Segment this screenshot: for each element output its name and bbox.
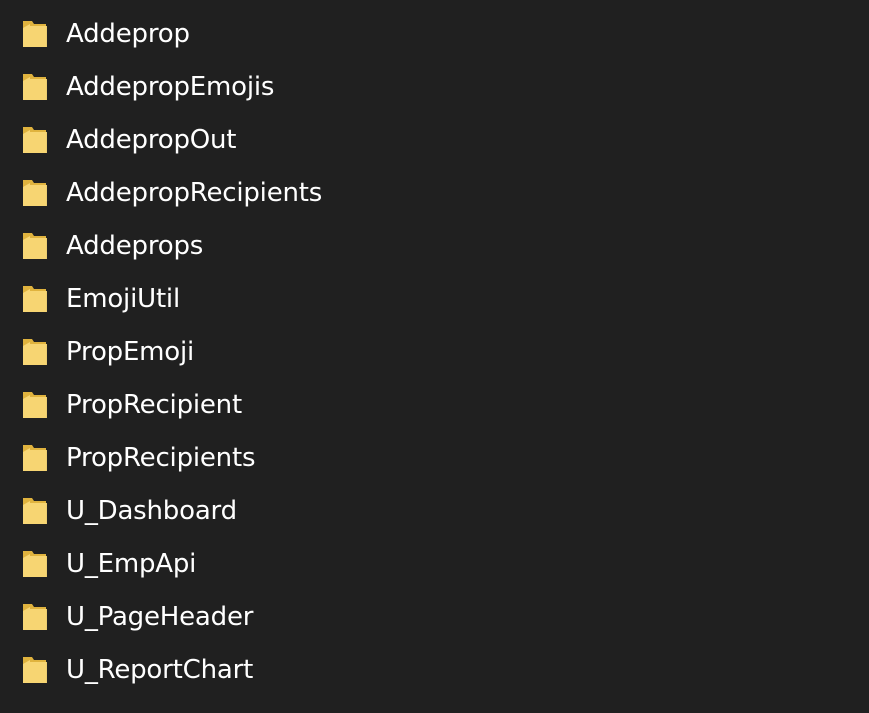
folder-item[interactable]: EmojiUtil [0,272,869,325]
folder-icon [20,549,49,579]
folder-name: PropRecipients [66,442,256,473]
folder-item[interactable]: Addeprops [0,219,869,272]
folder-icon [20,655,49,685]
folder-name: U_Dashboard [66,495,237,526]
folder-icon [20,390,49,420]
folder-item[interactable]: U_Dashboard [0,484,869,537]
folder-item[interactable]: Addeprop [0,7,869,60]
folder-icon [20,443,49,473]
folder-icon [20,231,49,261]
folder-name: EmojiUtil [66,283,180,314]
folder-name: U_PageHeader [66,601,254,632]
folder-item[interactable]: U_EmpApi [0,537,869,590]
folder-icon [20,19,49,49]
folder-item[interactable]: PropRecipients [0,431,869,484]
folder-icon [20,72,49,102]
folder-item[interactable]: AddepropOut [0,113,869,166]
folder-item[interactable]: AddepropRecipients [0,166,869,219]
folder-item[interactable]: U_ReportChart [0,643,869,696]
folder-name: U_EmpApi [66,548,197,579]
folder-list: Addeprop AddepropEmojis AddepropOut Adde… [0,7,869,696]
folder-name: Addeprops [66,230,204,261]
folder-name: Addeprop [66,18,190,49]
folder-icon [20,496,49,526]
folder-item[interactable]: PropRecipient [0,378,869,431]
folder-name: PropRecipient [66,389,242,420]
folder-icon [20,337,49,367]
folder-icon [20,178,49,208]
folder-name: AddepropOut [66,124,237,155]
folder-icon [20,284,49,314]
folder-item[interactable]: PropEmoji [0,325,869,378]
folder-item[interactable]: U_PageHeader [0,590,869,643]
folder-item[interactable]: AddepropEmojis [0,60,869,113]
folder-icon [20,602,49,632]
folder-name: U_ReportChart [66,654,254,685]
folder-name: AddepropRecipients [66,177,323,208]
folder-name: AddepropEmojis [66,71,275,102]
folder-icon [20,125,49,155]
folder-name: PropEmoji [66,336,195,367]
